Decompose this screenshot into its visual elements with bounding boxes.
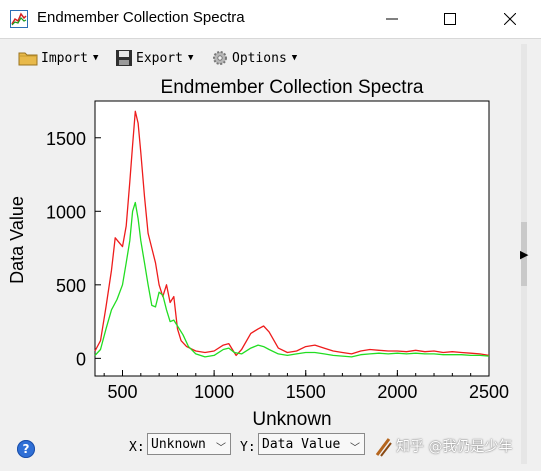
y-axis-select-value: Data Value bbox=[262, 436, 341, 452]
import-menu[interactable]: Import ▼ bbox=[18, 48, 98, 68]
export-label: Export bbox=[136, 50, 183, 66]
y-tick-label: 1000 bbox=[46, 202, 86, 222]
y-axis-selector-label: Y: bbox=[240, 440, 256, 455]
chevron-down-icon: ▼ bbox=[291, 53, 298, 63]
window-title: Endmember Collection Spectra bbox=[37, 9, 245, 26]
x-axis-select-value: Unknown bbox=[151, 436, 206, 452]
y-tick-label: 1500 bbox=[46, 129, 86, 149]
save-icon bbox=[116, 50, 132, 66]
x-tick-label: 500 bbox=[107, 382, 137, 402]
x-tick-label: 2500 bbox=[469, 382, 509, 402]
options-label: Options bbox=[232, 50, 287, 66]
folder-icon bbox=[18, 52, 38, 66]
x-axis-title: Unknown bbox=[252, 409, 331, 428]
watermark: 知乎 @我仍是少年 bbox=[396, 439, 513, 455]
title-bar: Endmember Collection Spectra bbox=[0, 0, 541, 39]
chevron-down-icon: ﹀ bbox=[350, 443, 360, 454]
plot-area bbox=[94, 100, 490, 377]
y-tick-label: 500 bbox=[56, 276, 86, 296]
resize-grip-icon[interactable] bbox=[375, 437, 393, 457]
gear-icon bbox=[213, 51, 227, 65]
x-tick-label: 1000 bbox=[194, 382, 234, 402]
minimize-icon bbox=[386, 18, 398, 20]
x-axis-select[interactable]: Unknown ﹀ bbox=[147, 433, 231, 455]
chevron-down-icon: ▼ bbox=[92, 53, 99, 63]
x-axis-selector-label: X: bbox=[129, 440, 145, 455]
import-label: Import bbox=[41, 50, 88, 66]
close-button[interactable] bbox=[487, 0, 533, 38]
spectra-chart: Endmember Collection Spectra Data Value … bbox=[7, 77, 509, 428]
y-axis-select[interactable]: Data Value ﹀ bbox=[258, 433, 365, 455]
x-tick-label: 1500 bbox=[286, 382, 326, 402]
close-icon bbox=[504, 13, 516, 25]
export-menu[interactable]: Export ▼ bbox=[115, 48, 193, 68]
maximize-icon bbox=[444, 13, 456, 25]
toolbar: Import ▼ Export ▼ Options ▼ bbox=[0, 44, 520, 72]
app-icon bbox=[10, 10, 28, 28]
expand-arrow-icon[interactable]: ▶ bbox=[520, 248, 528, 261]
options-menu[interactable]: Options ▼ bbox=[211, 48, 297, 68]
x-tick-label: 2000 bbox=[377, 382, 417, 402]
minimize-button[interactable] bbox=[369, 0, 415, 38]
y-tick-label: 0 bbox=[76, 349, 86, 369]
chevron-down-icon: ▼ bbox=[187, 53, 194, 63]
y-axis-title: Data Value bbox=[7, 196, 27, 284]
chevron-down-icon: ﹀ bbox=[216, 443, 226, 454]
maximize-button[interactable] bbox=[427, 0, 473, 38]
chart-title: Endmember Collection Spectra bbox=[161, 77, 424, 98]
help-button[interactable]: ? bbox=[17, 440, 35, 458]
